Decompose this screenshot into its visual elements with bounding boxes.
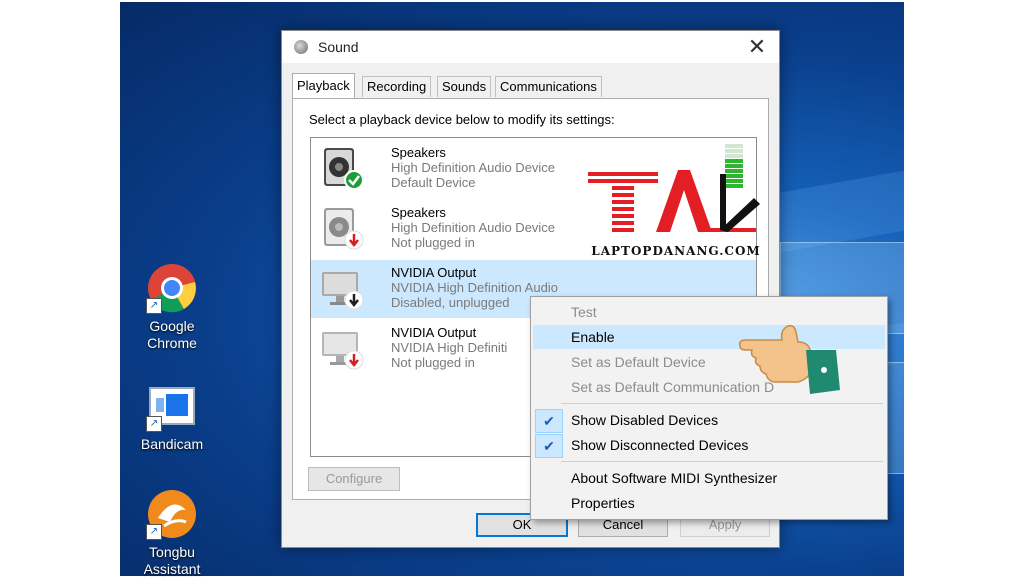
desktop-icon-bandicam[interactable]: ↗ Bandicam [127, 380, 217, 453]
tab-recording[interactable]: Recording [362, 76, 432, 97]
menu-separator [561, 461, 883, 462]
device-name: Speakers [391, 145, 446, 160]
monitor-icon [322, 332, 364, 370]
dialog-title: Sound [318, 39, 359, 55]
desktop-icon-label: Google [149, 318, 195, 334]
device-name: NVIDIA Output [391, 265, 477, 280]
close-button[interactable]: ✕ [745, 35, 769, 59]
menu-item-properties[interactable]: Properties [533, 491, 885, 515]
checkmark-icon: ✔ [535, 434, 563, 458]
speaker-icon [294, 40, 308, 54]
desktop-icon-label: Assistant [143, 561, 201, 577]
desktop-icon-tongbu-assistant[interactable]: ↗ Tongbu Assistant [127, 488, 217, 578]
desktop-icon-label: Bandicam [140, 436, 204, 452]
speaker-icon [324, 208, 364, 250]
device-driver: NVIDIA High Definition Audio [391, 280, 558, 295]
device-driver: NVIDIA High Definiti [391, 340, 508, 355]
device-status: Not plugged in [391, 355, 475, 370]
shortcut-arrow-icon: ↗ [146, 524, 162, 540]
desktop-icon-google-chrome[interactable]: ↗ Google Chrome [127, 262, 217, 352]
default-check-icon [344, 170, 364, 190]
monitor-icon [322, 272, 364, 310]
chrome-icon: ↗ [146, 262, 198, 314]
device-name: NVIDIA Output [391, 325, 477, 340]
tab-sounds[interactable]: Sounds [437, 76, 492, 97]
device-name: Speakers [391, 205, 446, 220]
device-driver: High Definition Audio Device [391, 220, 556, 235]
menu-item-show-disabled[interactable]: ✔ Show Disabled Devices [533, 408, 885, 433]
menu-separator [561, 403, 883, 404]
device-driver: High Definition Audio Device [391, 160, 556, 175]
tab-communications[interactable]: Communications [495, 76, 602, 97]
pointing-hand-icon [738, 324, 840, 394]
tal-logo-icon [588, 170, 760, 232]
menu-item-about-midi[interactable]: About Software MIDI Synthesizer [533, 466, 885, 490]
bandicam-icon: ↗ [146, 380, 198, 432]
tongbu-icon: ↗ [146, 488, 198, 540]
shortcut-arrow-icon: ↗ [146, 416, 162, 432]
device-status: Not plugged in [391, 235, 475, 250]
device-status: Disabled, unplugged [391, 295, 510, 310]
desktop-icon-label: Tongbu [149, 544, 195, 560]
menu-item-show-disconnected[interactable]: ✔ Show Disconnected Devices [533, 433, 885, 458]
title-bar[interactable]: Sound ✕ [282, 31, 779, 63]
speaker-icon [324, 148, 364, 190]
watermark-text: LAPTOPDANANG.COM [591, 244, 761, 258]
configure-button[interactable]: Configure [308, 467, 400, 491]
shortcut-arrow-icon: ↗ [146, 298, 162, 314]
instruction-text: Select a playback device below to modify… [309, 112, 615, 127]
tab-playback[interactable]: Playback [292, 73, 355, 98]
laptopdanang-logo: LAPTOPDANANG.COM [586, 166, 766, 262]
checkmark-icon: ✔ [535, 409, 563, 433]
device-status: Default Device [391, 175, 476, 190]
desktop-icon-label: Chrome [147, 335, 197, 351]
